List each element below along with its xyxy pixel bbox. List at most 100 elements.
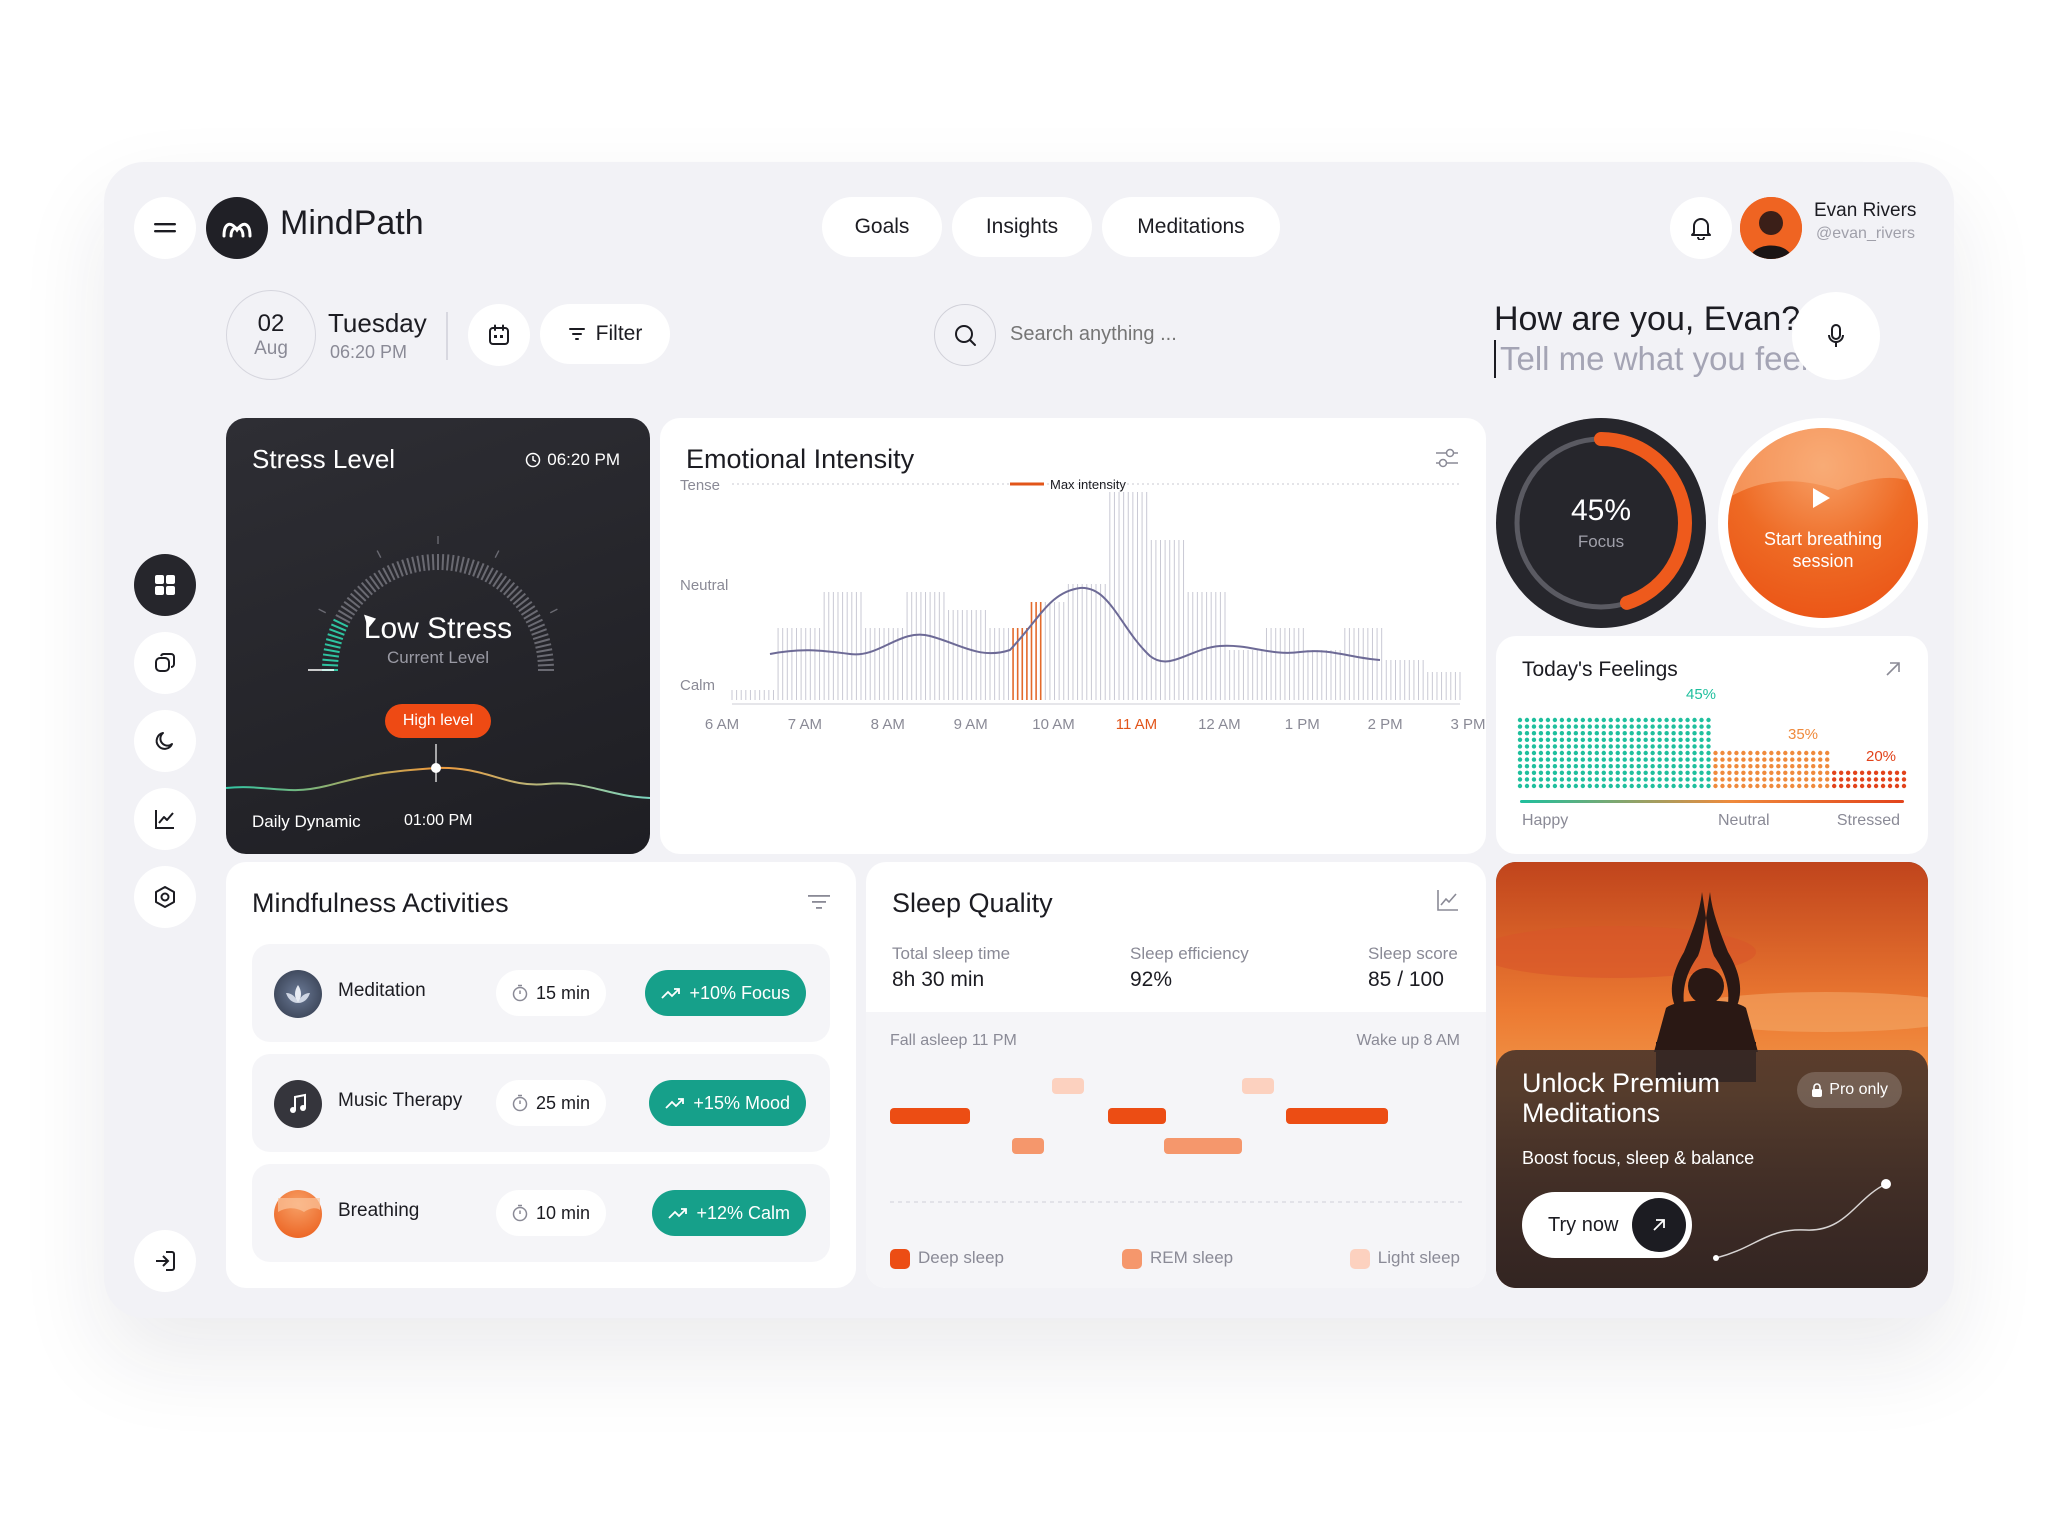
feeling-dot <box>1552 757 1558 762</box>
feeling-dot <box>1818 750 1823 756</box>
feeling-dot <box>1622 731 1627 736</box>
divider <box>446 312 448 360</box>
sidebar-sleep[interactable] <box>134 710 196 772</box>
emotional-settings-button[interactable] <box>1434 446 1460 475</box>
feeling-dot <box>1804 750 1809 756</box>
date-badge[interactable]: 02 Aug <box>226 290 316 380</box>
feeling-dot <box>1545 764 1551 769</box>
activity-row-music-therapy[interactable]: Music Therapy 25 min +15% Mood <box>252 1054 830 1152</box>
x-axis-label: 3 PM <box>1450 716 1485 733</box>
menu-icon <box>154 223 176 233</box>
gauge-tick <box>401 559 409 576</box>
feeling-dot <box>1748 783 1753 789</box>
feeling-dot <box>1664 744 1669 749</box>
notifications-button[interactable] <box>1670 197 1732 259</box>
focus-widget[interactable]: 45% Focus <box>1496 418 1706 628</box>
feeling-dot <box>1608 777 1613 782</box>
feeling-dot <box>1580 750 1586 756</box>
sidebar-settings[interactable] <box>134 866 196 928</box>
avatar[interactable] <box>1740 197 1802 259</box>
feeling-dot <box>1524 764 1530 769</box>
feeling-dot <box>1692 777 1697 782</box>
feeling-dot <box>1762 770 1767 775</box>
feeling-dot <box>1566 744 1572 749</box>
feeling-dot <box>1741 750 1746 756</box>
feeling-dot <box>1678 783 1683 789</box>
feeling-dot <box>1706 744 1711 749</box>
legend-light: Light sleep <box>1349 1248 1460 1269</box>
logout-icon <box>156 1251 175 1271</box>
feeling-dot <box>1587 744 1593 749</box>
nav-insights[interactable]: Insights <box>952 197 1092 257</box>
feeling-dot <box>1713 777 1718 782</box>
sidebar-insights[interactable] <box>134 788 196 850</box>
calendar-button[interactable] <box>468 304 530 366</box>
feeling-dot <box>1692 731 1697 736</box>
sidebar-dashboard[interactable] <box>134 554 196 616</box>
feeling-dot <box>1699 757 1704 762</box>
feeling-dot <box>1866 783 1872 789</box>
nav-meditations[interactable]: Meditations <box>1102 197 1280 257</box>
feeling-dot <box>1762 777 1767 782</box>
stress-status-sub: Current Level <box>386 648 490 667</box>
gauge-tick <box>426 554 431 571</box>
feeling-dot <box>1887 783 1893 789</box>
feeling-dot <box>1601 724 1606 729</box>
feeling-dot <box>1776 764 1781 769</box>
feeling-dot <box>1692 750 1697 756</box>
feeling-dot <box>1650 717 1655 723</box>
feeling-dot <box>1678 724 1683 729</box>
feeling-dot <box>1650 783 1655 789</box>
pro-only-label: Pro only <box>1829 1081 1888 1098</box>
feeling-dot <box>1517 783 1523 789</box>
feeling-dot <box>1531 744 1537 749</box>
feeling-dot <box>1671 750 1676 756</box>
breathing-session-button[interactable]: Start breathing session <box>1718 418 1928 628</box>
feeling-dot <box>1615 757 1620 762</box>
feeling-dot <box>1636 744 1641 749</box>
feeling-dot <box>1636 770 1641 775</box>
feeling-dot <box>1573 744 1579 749</box>
feeling-dot <box>1741 757 1746 762</box>
feeling-dot <box>1762 750 1767 756</box>
feeling-dot <box>1517 777 1523 782</box>
feeling-dot <box>1692 744 1697 749</box>
feeling-dot <box>1650 764 1655 769</box>
nav-goals[interactable]: Goals <box>822 197 942 257</box>
sleep-chart-button[interactable] <box>1436 888 1460 917</box>
try-now-button[interactable]: Try now <box>1522 1192 1692 1258</box>
feeling-dot <box>1587 757 1593 762</box>
legend-light-label: Light sleep <box>1377 1248 1460 1267</box>
feeling-dot <box>1685 757 1690 762</box>
feeling-dot <box>1615 731 1620 736</box>
feeling-dot <box>1601 764 1606 769</box>
feeling-dot <box>1524 777 1530 782</box>
feeling-dot <box>1566 783 1572 789</box>
search-input[interactable] <box>1010 314 1310 354</box>
feeling-dot <box>1755 783 1760 789</box>
filter-button[interactable]: Filter <box>540 304 670 364</box>
menu-button[interactable] <box>134 197 196 259</box>
feeling-dot <box>1699 717 1704 723</box>
activity-row-meditation[interactable]: Meditation 15 min +10% Focus <box>252 944 830 1042</box>
feeling-dot <box>1887 777 1893 782</box>
feeling-dot <box>1671 770 1676 775</box>
feeling-dot <box>1678 750 1683 756</box>
feeling-dot <box>1608 731 1613 736</box>
feeling-dot <box>1517 737 1523 742</box>
gauge-tick <box>416 555 422 572</box>
activity-row-breathing[interactable]: Breathing 10 min +12% Calm <box>252 1164 830 1262</box>
feeling-dot <box>1797 750 1802 756</box>
feeling-dot <box>1873 777 1879 782</box>
feeling-dot <box>1727 750 1732 756</box>
sidebar-activities[interactable] <box>134 632 196 694</box>
feeling-dot <box>1678 770 1683 775</box>
search-button[interactable] <box>934 304 996 366</box>
feeling-dot <box>1650 724 1655 729</box>
feel-input[interactable]: Tell me what you feel <box>1494 340 1808 378</box>
mindfulness-filter-button[interactable] <box>808 894 830 915</box>
logout-button[interactable] <box>134 1230 196 1292</box>
voice-button[interactable] <box>1792 292 1880 380</box>
feeling-dot <box>1776 777 1781 782</box>
feeling-dot <box>1552 737 1558 742</box>
